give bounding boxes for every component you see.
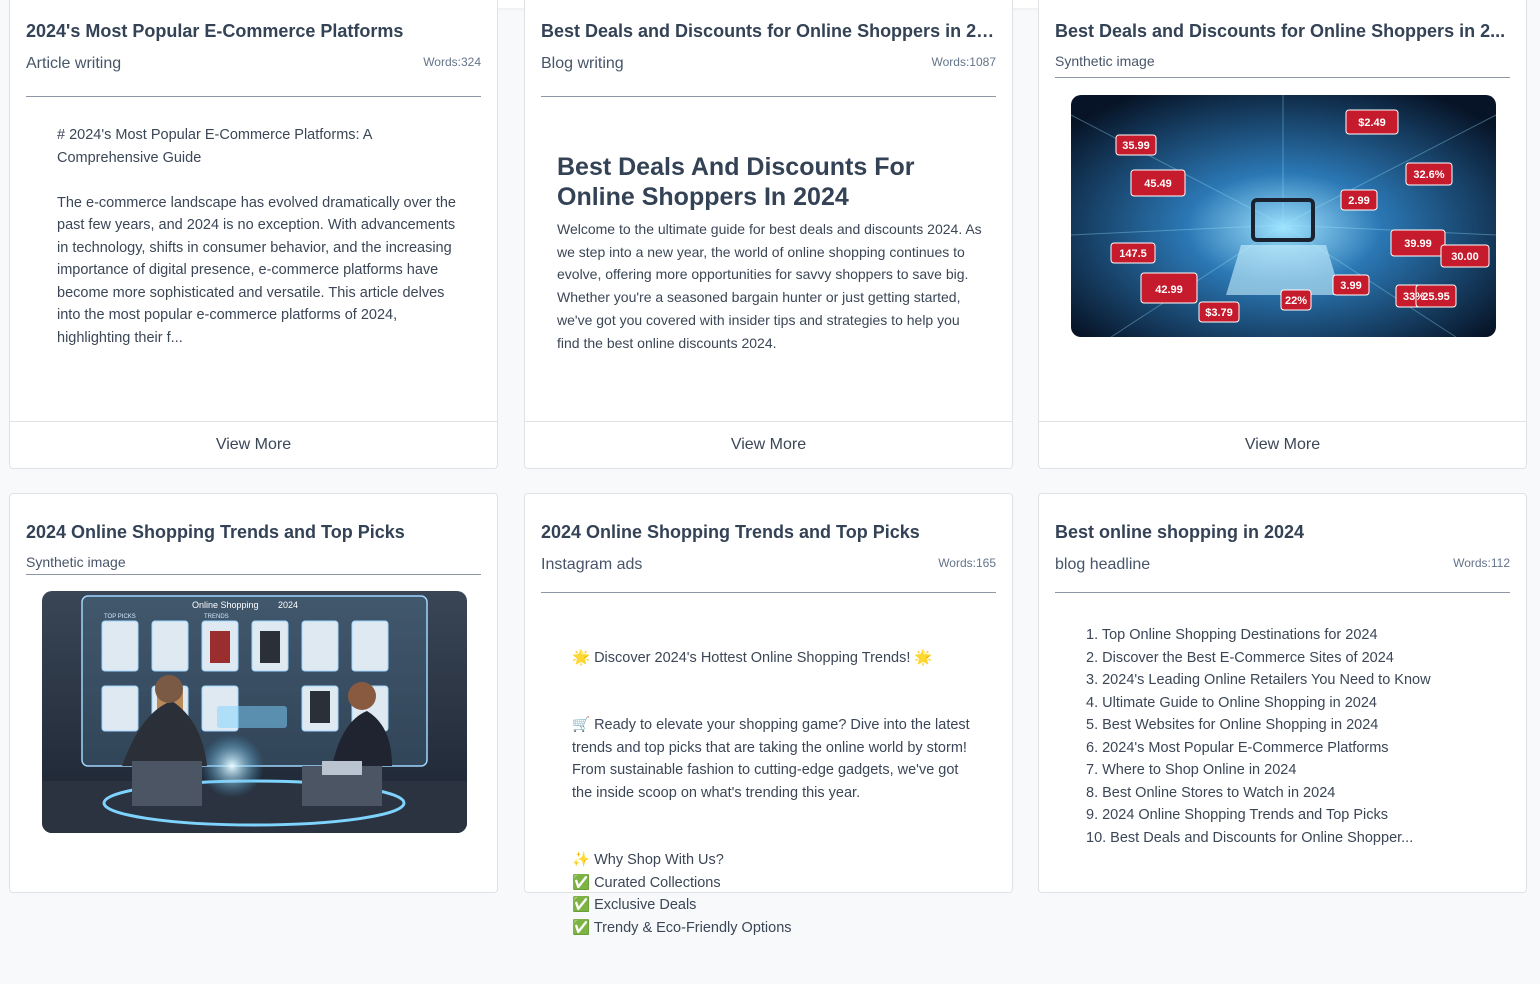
svg-text:45.49: 45.49 [1144,178,1172,190]
list-item: 5. Best Websites for Online Shopping in … [1086,717,1379,733]
image-caption: TOP PICKS [104,614,136,620]
svg-text:$3.79: $3.79 [1205,307,1233,319]
svg-text:147.5: 147.5 [1119,248,1147,260]
card-title: Best Deals and Discounts for Online Shop… [541,21,996,41]
card-divider [1055,592,1510,593]
list-item: 3. 2024's Leading Online Retailers You N… [1086,672,1431,688]
card-divider [26,96,481,97]
card-type: blog headline [1055,556,1151,573]
headline-list: 1. Top Online Shopping Destinations for … [1086,624,1431,849]
card-title: Best online shopping in 2024 [1055,522,1305,542]
svg-text:25.95: 25.95 [1422,291,1450,303]
preview-paragraph: The e-commerce landscape has evolved dra… [57,194,456,346]
svg-text:35.99: 35.99 [1122,140,1150,152]
card-type: Synthetic image [26,554,126,570]
svg-text:32.6%: 32.6% [1413,169,1444,181]
image-caption: 2024 [278,600,298,610]
content-card-article[interactable]: 2024's Most Popular E-Commerce Platforms… [9,0,498,469]
list-item: 4. Ultimate Guide to Online Shopping in … [1086,694,1377,711]
blog-heading: Best Deals And Discounts For Online Shop… [557,153,915,211]
svg-text:22%: 22% [1285,295,1307,307]
preview-paragraph: 🌟 Discover 2024's Hottest Online Shoppin… [572,649,933,666]
word-count: Words:112 [1453,556,1510,570]
svg-text:$2.49: $2.49 [1358,117,1386,129]
image-caption: Online Shopping [192,600,259,610]
content-card-instagram[interactable]: 2024 Online Shopping Trends and Top Pick… [524,493,1013,936]
card-title: 2024 Online Shopping Trends and Top Pick… [26,522,405,542]
list-item: 10. Best Deals and Discounts for Online … [1086,829,1414,846]
content-card-blog[interactable]: Best Deals and Discounts for Online Shop… [524,0,1013,469]
deals-illustration: $2.49 35.99 32.6% 45.49 2.99 39.99 30.00… [1071,95,1496,337]
card-type: Instagram ads [541,556,643,573]
view-more-button[interactable]: View More [525,421,1012,468]
preview-paragraph: # 2024's Most Popular E-Commerce Platfor… [57,127,372,166]
svg-text:42.99: 42.99 [1155,284,1183,296]
svg-text:2.99: 2.99 [1348,195,1369,207]
list-item: 1. Top Online Shopping Destinations for … [1086,627,1378,643]
svg-text:30.00: 30.00 [1451,251,1479,263]
trends-illustration: Online Shopping 2024 TOP PICKS TRENDS [42,591,467,833]
image-caption: TRENDS [204,614,229,620]
list-item: 9. 2024 Online Shopping Trends and Top P… [1086,807,1389,823]
synthetic-image-deals[interactable]: $2.49 35.99 32.6% 45.49 2.99 39.99 30.00… [1071,95,1496,337]
card-type: Synthetic image [1055,53,1155,69]
preview-paragraph: ✨ Why Shop With Us? ✅ Curated Collection… [572,852,792,936]
card-title: 2024 Online Shopping Trends and Top Pick… [541,522,920,542]
card-type: Blog writing [541,55,624,72]
card-divider [26,574,481,575]
word-count: Words:324 [423,55,481,69]
content-card-image[interactable]: 2024 Online Shopping Trends and Top Pick… [9,493,498,893]
card-preview-text: 🌟 Discover 2024's Hottest Online Shoppin… [572,624,972,984]
card-divider [541,592,996,593]
word-count: Words:165 [938,556,996,570]
card-preview-text: # 2024's Most Popular E-Commerce Platfor… [57,124,457,372]
preview-paragraph: 🛒 Ready to elevate your shopping game? D… [572,717,970,801]
card-title: Best Deals and Discounts for Online Shop… [1055,21,1506,41]
view-more-button[interactable]: View More [10,421,497,468]
card-divider [1055,77,1510,78]
view-more-button[interactable]: View More [1039,421,1526,468]
list-item: 2. Discover the Best E-Commerce Sites of… [1086,649,1394,666]
list-item: 7. Where to Shop Online in 2024 [1086,762,1297,778]
svg-text:39.99: 39.99 [1404,238,1432,250]
card-title: 2024's Most Popular E-Commerce Platforms [26,21,404,41]
blog-body-text: Welcome to the ultimate guide for best d… [557,221,982,351]
content-card-image[interactable]: Best Deals and Discounts for Online Shop… [1038,0,1527,469]
svg-text:3.99: 3.99 [1340,280,1361,292]
content-card-headlines[interactable]: Best online shopping in 2024 blog headli… [1038,493,1527,893]
list-item: 6. 2024's Most Popular E-Commerce Platfo… [1086,739,1389,756]
word-count: Words:1087 [931,55,996,69]
list-item: 8. Best Online Stores to Watch in 2024 [1086,784,1336,801]
card-divider [541,96,996,97]
card-type: Article writing [26,55,122,72]
synthetic-image-trends[interactable]: Online Shopping 2024 TOP PICKS TRENDS [42,591,467,833]
